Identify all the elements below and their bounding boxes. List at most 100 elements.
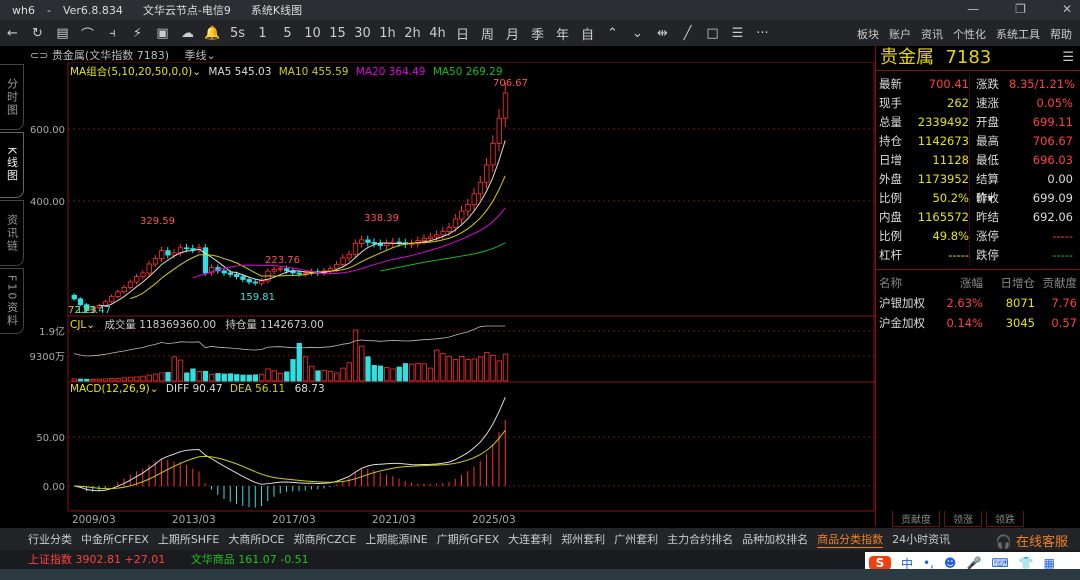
toolbar-button[interactable]: ☁ <box>175 26 200 41</box>
toolbar-button[interactable]: ☰ <box>725 26 750 41</box>
market-tab[interactable]: 大连套利 <box>508 531 552 547</box>
toolbar-button[interactable]: ⌒ <box>75 24 100 43</box>
toolbar-button[interactable]: 1h <box>375 26 400 41</box>
toolbar-button[interactable]: 🔔 <box>200 26 225 41</box>
volume-bar <box>215 373 221 382</box>
toolbar-button[interactable]: ▤ <box>50 26 75 41</box>
toolbar-button[interactable]: ⚡ <box>125 26 150 41</box>
market-tab[interactable]: 大商所DCE <box>228 531 284 547</box>
minimize-button[interactable]: — <box>967 2 979 16</box>
volume-bar <box>490 355 496 382</box>
candle-body <box>427 236 434 239</box>
menu-item[interactable]: 帮助 <box>1050 26 1072 42</box>
market-tab[interactable]: 上期能源INE <box>365 531 427 547</box>
toolbar-button[interactable]: 日 <box>450 24 475 43</box>
toolbar-button[interactable]: 30 <box>350 26 375 41</box>
link-icon[interactable]: ⊂⊃ <box>30 49 48 62</box>
dea-line <box>73 430 506 490</box>
toolbar-button[interactable]: 10 <box>300 26 325 41</box>
toolbar-button[interactable]: 2h <box>400 26 425 41</box>
toolbar-button[interactable]: 1 <box>250 26 275 41</box>
quote-value: 1173952 <box>917 172 969 186</box>
emoji-icon[interactable]: ☻ <box>944 556 957 570</box>
market-tab[interactable]: 主力合约排名 <box>667 531 733 547</box>
market-tab[interactable]: 商品分类指数 <box>817 531 884 548</box>
toolbar-button[interactable]: 4h <box>425 26 450 41</box>
column-header[interactable]: 日增仓 <box>983 273 1036 293</box>
menu-item[interactable]: 系统工具 <box>996 26 1040 42</box>
toolbar-button[interactable]: 年 <box>550 24 575 43</box>
toolbar-button[interactable]: ⌃ <box>600 26 625 41</box>
apps-icon[interactable]: ▦ <box>1044 556 1055 570</box>
toolbar-button[interactable]: ⌄ <box>625 26 650 41</box>
toolbar-button[interactable]: 15 <box>325 26 350 41</box>
kline-chart[interactable]: 600.00 400.00 1.9亿 9300万 50.00 0.00 706.67 329.… <box>0 61 875 512</box>
menu-item[interactable]: 账户 <box>889 26 911 42</box>
diff-value: DIFF 90.47 <box>165 383 223 395</box>
index1-name[interactable]: 上证指数 <box>28 553 72 566</box>
maximize-button[interactable]: ❐ <box>1015 2 1026 16</box>
market-tab[interactable]: 广期所GFEX <box>437 531 499 547</box>
column-header[interactable]: 涨幅 <box>935 273 983 293</box>
cjl-select[interactable]: CJL <box>70 319 86 331</box>
toolbar-button[interactable]: □ <box>700 26 725 41</box>
period-select[interactable]: 季线⌄ <box>185 49 216 62</box>
menu-item[interactable]: 板块 <box>857 26 879 42</box>
toolbar-button[interactable]: ← <box>0 26 25 41</box>
toolbar-button[interactable]: 季 <box>525 24 550 43</box>
close-button[interactable]: ✕ <box>1062 2 1072 16</box>
view-name: 系统K线图 <box>250 4 303 17</box>
contribution-tab[interactable]: 贡献度 <box>892 511 940 527</box>
cell-oi: 8071 <box>1005 296 1035 310</box>
contribution-row[interactable]: 沪金加权 0.14% 3045 0.57 <box>879 313 1077 333</box>
mic-icon[interactable]: 🎤 <box>966 556 981 570</box>
index2-name[interactable]: 文华商品 <box>191 553 235 566</box>
quote-label: 总量 <box>879 115 902 129</box>
toolbar-button[interactable]: ↻ <box>25 26 50 41</box>
contribution-tabs: 贡献度 领涨 领跌 <box>892 511 1024 527</box>
candle-body <box>334 263 340 270</box>
contribution-tab[interactable]: 领涨 <box>944 511 982 527</box>
market-tab[interactable]: 上期所SHFE <box>158 531 220 547</box>
macd-legend: MACD(12,26,9)⌄ DIFF 90.47 DEA 56.11 68.7… <box>70 383 325 395</box>
toolbar-button[interactable]: 自 <box>575 24 600 43</box>
column-header[interactable]: 名称 <box>879 273 935 293</box>
toolbar-button[interactable]: ··· <box>750 26 775 41</box>
list-icon[interactable]: ☰ <box>1062 46 1074 70</box>
market-tab[interactable]: 24小时资讯 <box>892 531 950 547</box>
volume-bar <box>127 376 134 382</box>
ma-group-select[interactable]: MA组合(5,10,20,50,0,0) <box>70 66 192 78</box>
column-header[interactable]: 贡献度 <box>1035 273 1078 293</box>
toolbar-button[interactable]: ▣ <box>150 26 175 41</box>
toolbar-button[interactable]: 月 <box>500 24 525 43</box>
menu-item[interactable]: 资讯 <box>921 26 943 42</box>
contribution-tab[interactable]: 领跌 <box>986 511 1024 527</box>
macd-select[interactable]: MACD(12,26,9) <box>70 383 150 395</box>
market-tab[interactable]: 中金所CFFEX <box>81 531 149 547</box>
toolbar-button[interactable]: ⇹ <box>650 26 675 41</box>
toolbar-button[interactable]: ╱ <box>675 26 700 41</box>
keyboard-icon[interactable]: ⌨ <box>991 556 1008 570</box>
market-tab[interactable]: 广州套利 <box>614 531 658 547</box>
quote-label: 最低 <box>969 151 1009 170</box>
toolbar-button[interactable]: ⫞ <box>100 26 125 41</box>
menu-item[interactable]: 个性化 <box>953 26 986 42</box>
volume-bar <box>484 352 490 382</box>
market-tab[interactable]: 郑州套利 <box>561 531 605 547</box>
toolbar-button[interactable]: 5s <box>225 26 250 41</box>
volume-bar <box>371 365 377 382</box>
contribution-row[interactable]: 沪银加权 2.63% 8071 7.76 <box>879 293 1077 313</box>
punct-icon[interactable]: •, <box>923 556 934 570</box>
market-tab[interactable]: 郑商所CZCE <box>293 531 356 547</box>
market-tab[interactable]: 品种加权排名 <box>742 531 808 547</box>
volume-bar <box>427 367 434 382</box>
price-annotation: 159.81 <box>240 292 275 303</box>
quote-value: 1142673 <box>917 134 969 148</box>
quote-value: 8.35/1.21% <box>1009 77 1076 91</box>
online-service-button[interactable]: 🎧 在线客服 <box>996 531 1068 550</box>
cell-name: 沪金加权 <box>879 316 925 330</box>
market-tab[interactable]: 行业分类 <box>28 531 72 547</box>
skin-icon[interactable]: 👕 <box>1019 556 1034 570</box>
toolbar-button[interactable]: 5 <box>275 26 300 41</box>
toolbar-button[interactable]: 周 <box>475 24 500 43</box>
